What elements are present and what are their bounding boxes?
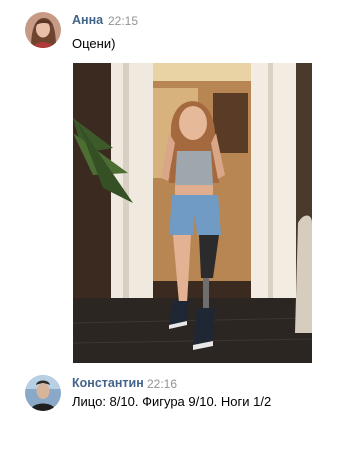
photo-attachment[interactable] bbox=[73, 63, 312, 363]
message-text: Лицо: 8/10. Фигура 9/10. Ноги 1/2 bbox=[72, 394, 272, 409]
message-anna: Анна 22:15 Оцени) bbox=[0, 0, 359, 370]
photo-attachment-icon bbox=[73, 63, 312, 363]
author-name[interactable]: Константин bbox=[72, 376, 144, 390]
author-name[interactable]: Анна bbox=[72, 13, 103, 27]
avatar-konstantin[interactable] bbox=[25, 375, 61, 411]
timestamp[interactable]: 22:16 bbox=[147, 377, 177, 391]
avatar-anna[interactable] bbox=[25, 12, 61, 48]
user-photo-avatar-icon bbox=[25, 375, 61, 411]
message-text: Оцени) bbox=[72, 36, 116, 51]
user-photo-avatar-icon bbox=[25, 12, 61, 48]
message-konstantin: Константин 22:16 Лицо: 8/10. Фигура 9/10… bbox=[0, 370, 359, 430]
timestamp[interactable]: 22:15 bbox=[108, 14, 138, 28]
